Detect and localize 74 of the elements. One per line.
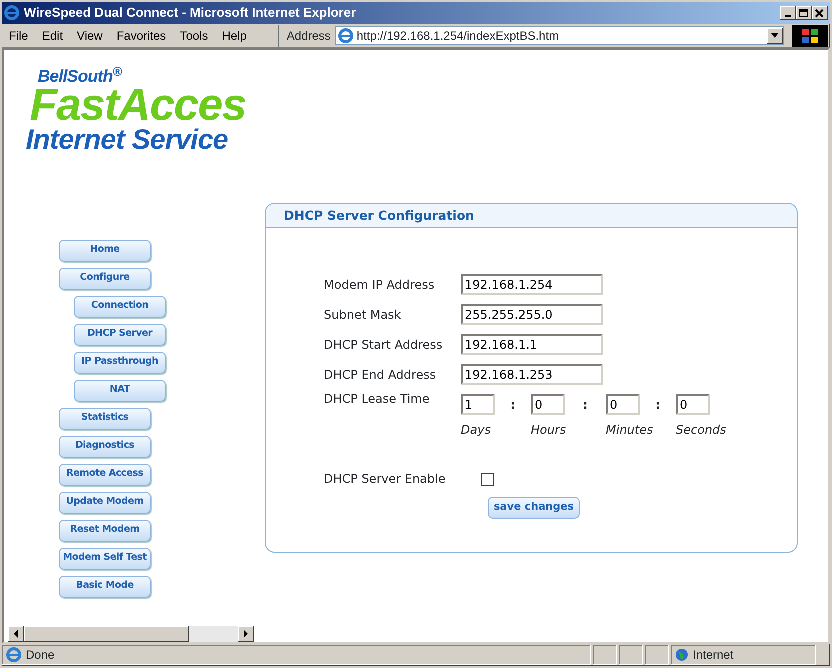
- status-pane: [619, 645, 643, 665]
- number-field[interactable]: 0: [606, 394, 640, 415]
- page-icon: [6, 647, 22, 663]
- scroll-right-button[interactable]: [238, 626, 254, 642]
- tagline-logo-text: Internet Service: [26, 126, 230, 154]
- address-label: Address: [286, 28, 331, 44]
- nav-button[interactable]: IP Passthrough: [74, 352, 166, 374]
- panel-title: DHCP Server Configuration: [284, 208, 474, 223]
- dropdown-button[interactable]: [767, 28, 783, 44]
- maximize-button[interactable]: [796, 6, 812, 20]
- menu-item[interactable]: File: [2, 26, 36, 44]
- nav-button[interactable]: Diagnostics: [59, 436, 151, 458]
- caret-icon: [771, 33, 779, 38]
- status-pane: [593, 645, 617, 665]
- number-field[interactable]: 0: [676, 394, 710, 415]
- maximize-icon: [799, 8, 809, 18]
- text-field[interactable]: 192.168.1.1: [461, 334, 603, 355]
- product-logo-text: FastAcces: [30, 85, 248, 126]
- unit-label: Days: [461, 422, 492, 439]
- field-label: DHCP End Address: [324, 366, 438, 384]
- nav-button[interactable]: Home: [59, 240, 151, 262]
- unit-label: Seconds: [676, 422, 728, 439]
- separator-text: :: [654, 396, 662, 414]
- field-label: DHCP Server Enable: [324, 471, 447, 488]
- nav-button[interactable]: Basic Mode: [59, 576, 151, 598]
- field-label: Subnet Mask: [324, 306, 402, 324]
- app-icon: [4, 4, 20, 21]
- field-label: DHCP Start Address: [324, 336, 444, 354]
- nav-button[interactable]: Update Modem: [59, 492, 151, 514]
- scroll-left-button[interactable]: [8, 626, 24, 642]
- number-field[interactable]: 1: [461, 394, 495, 415]
- menu-item[interactable]: Favorites: [110, 26, 174, 44]
- nav-button[interactable]: Remote Access: [59, 464, 151, 486]
- text-field[interactable]: 255.255.255.0: [461, 304, 603, 325]
- close-button[interactable]: [812, 6, 828, 20]
- address-text: http://192.168.1.254/indexExptBS.htm: [356, 28, 560, 44]
- menu-item[interactable]: View: [70, 26, 110, 44]
- unit-label: Hours: [531, 422, 568, 439]
- horizontal-scrollbar[interactable]: [8, 626, 254, 642]
- text-field[interactable]: 192.168.1.253: [461, 364, 603, 385]
- separator-text: :: [582, 396, 589, 414]
- window-title: WireSpeed Dual Connect - Microsoft Internet Explorer: [24, 4, 356, 22]
- nav-button[interactable]: Modem Self Test: [59, 548, 151, 570]
- zone-text: Internet: [693, 647, 734, 664]
- windows-logo-icon: [801, 28, 819, 44]
- checkbox[interactable]: [481, 472, 494, 486]
- nav-button[interactable]: Configure: [59, 268, 151, 290]
- number-field[interactable]: 0: [531, 394, 565, 415]
- unit-label: Minutes: [606, 422, 654, 439]
- nav-button[interactable]: DHCP Server: [74, 324, 166, 346]
- menu-item[interactable]: Help: [215, 26, 254, 44]
- close-icon: [815, 8, 825, 18]
- text-field[interactable]: 192.168.1.254: [461, 274, 603, 295]
- field-label: DHCP Lease Time: [324, 391, 431, 408]
- minimize-button[interactable]: [780, 6, 796, 20]
- globe-icon: [675, 648, 689, 662]
- right-arrow-icon: [243, 630, 249, 638]
- menu-item[interactable]: Tools: [173, 26, 216, 44]
- left-arrow-icon: [13, 630, 19, 638]
- scrollbar-thumb[interactable]: [24, 626, 189, 642]
- nav-button[interactable]: Reset Modem: [59, 520, 151, 542]
- status-text: Done: [26, 647, 55, 664]
- page-icon: [338, 28, 354, 44]
- minimize-icon: [785, 15, 791, 17]
- save-button[interactable]: save changes: [488, 497, 580, 519]
- field-label: Modem IP Address: [324, 276, 436, 294]
- separator-text: :: [510, 396, 516, 414]
- menu-item[interactable]: Edit: [35, 26, 70, 44]
- nav-button[interactable]: Statistics: [59, 408, 151, 430]
- status-pane: [645, 645, 669, 665]
- nav-button[interactable]: NAT: [74, 380, 166, 402]
- address-field[interactable]: http://192.168.1.254/indexExptBS.htm: [334, 26, 784, 45]
- brand-logo-text: BellSouth$^{®}$: [38, 68, 124, 85]
- nav-button[interactable]: Connection: [74, 296, 166, 318]
